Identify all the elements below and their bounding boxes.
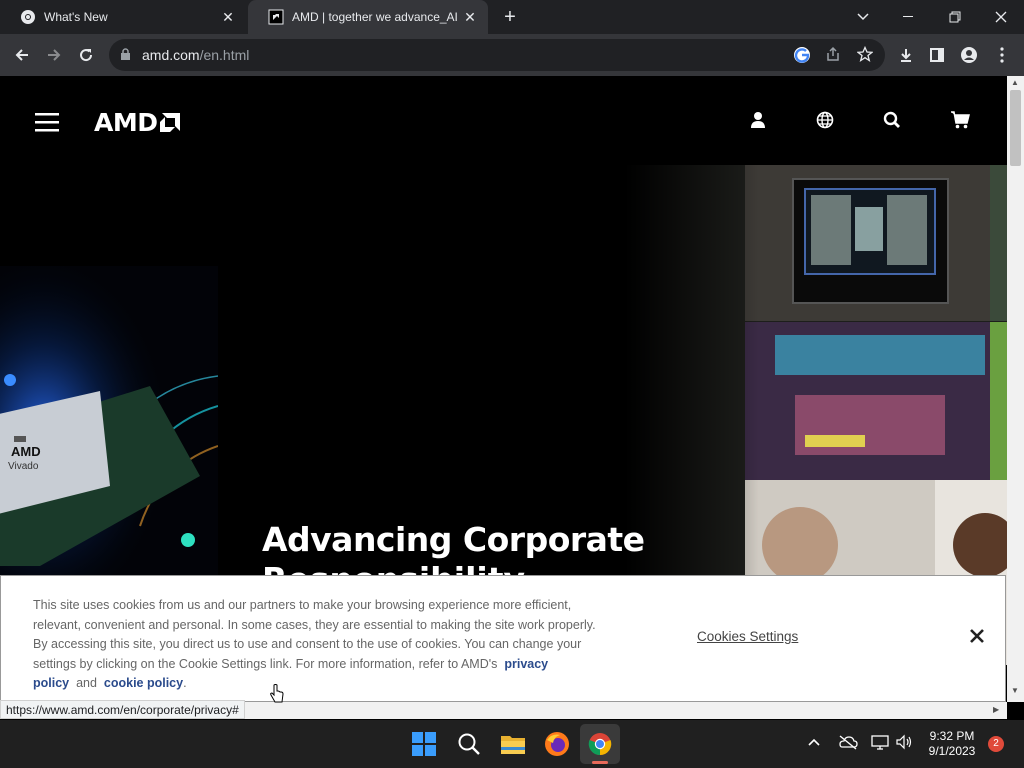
cart-icon[interactable] [950, 110, 970, 130]
close-tab-icon[interactable]: ✕ [458, 9, 482, 26]
google-lens-icon[interactable] [793, 46, 811, 69]
hero-chip-image: AMD Vivado [0, 266, 218, 576]
tab-search-icon[interactable] [840, 0, 886, 34]
chrome-icon [20, 9, 36, 25]
reload-icon[interactable] [72, 41, 100, 69]
cookie-policy-link[interactable]: cookie policy [104, 676, 183, 690]
scroll-right-arrow-icon[interactable]: ▶ [993, 705, 999, 714]
hand-cursor-icon [270, 684, 284, 709]
forward-icon[interactable] [40, 41, 68, 69]
show-hidden-icons-chevron-icon[interactable] [807, 736, 821, 750]
windows-taskbar: 9:32 PM 9/1/2023 2 [0, 720, 1024, 768]
onedrive-offline-icon[interactable] [838, 734, 858, 753]
cookie-and-text: and [76, 676, 97, 690]
clock-date: 9/1/2023 [928, 744, 976, 758]
scroll-thumb[interactable] [1010, 90, 1021, 166]
cookie-notice-text: This site uses cookies from us and our p… [33, 596, 603, 694]
tab-whats-new[interactable]: What's New ✕ [0, 0, 246, 34]
download-icon[interactable] [892, 41, 920, 69]
firefox-icon[interactable] [544, 731, 570, 762]
vertical-scrollbar[interactable]: ▲ ▼ [1007, 76, 1024, 702]
url-domain: amd.com [142, 47, 200, 63]
cookie-banner: This site uses cookies from us and our p… [0, 575, 1006, 702]
cookie-period: . [183, 676, 187, 690]
chrome-icon [588, 733, 612, 756]
restore-button[interactable] [932, 0, 978, 34]
menu-dots-icon[interactable] [988, 41, 1016, 69]
new-tab-button[interactable]: + [498, 5, 522, 29]
url-path: /en.html [199, 47, 250, 63]
tab-strip: What's New ✕ AMD | together we advance_A… [0, 0, 1024, 34]
network-icon[interactable] [871, 734, 889, 753]
amd-arrow-icon [160, 112, 181, 132]
profile-icon[interactable] [955, 41, 983, 69]
chip-label: AMD [11, 444, 41, 459]
back-icon[interactable] [8, 41, 36, 69]
amd-logo[interactable]: AMD [94, 108, 181, 137]
cookies-settings-link[interactable]: Cookies Settings [697, 629, 798, 644]
chip-sublabel: Vivado [8, 461, 39, 472]
hero-title: Advancing Corporate [262, 520, 645, 559]
amd-favicon [268, 9, 284, 25]
windows-start-icon[interactable] [412, 732, 436, 761]
tab-amd[interactable]: AMD | together we advance_AI ✕ [248, 0, 488, 34]
logo-text: AMD [94, 108, 158, 137]
scroll-down-arrow-icon[interactable]: ▼ [1011, 686, 1019, 695]
close-icon [970, 629, 984, 643]
bookmark-star-icon[interactable] [856, 45, 874, 67]
lock-icon[interactable] [120, 48, 131, 66]
close-window-button[interactable] [978, 0, 1024, 34]
address-bar[interactable]: amd.com/en.html [109, 39, 885, 71]
chrome-taskbar-button[interactable] [580, 724, 620, 764]
volume-icon[interactable] [895, 734, 913, 753]
active-app-indicator [592, 761, 608, 764]
search-icon[interactable] [882, 110, 902, 130]
taskbar-search-icon[interactable] [457, 732, 481, 761]
notification-badge[interactable]: 2 [988, 736, 1004, 752]
close-tab-icon[interactable]: ✕ [216, 9, 240, 26]
globe-icon[interactable] [815, 110, 835, 130]
amd-webpage: AMD AMD Vivado Advancing Corporate This … [0, 76, 1007, 702]
hamburger-menu-icon[interactable] [35, 112, 59, 137]
tab-title: AMD | together we advance_AI [292, 10, 458, 24]
system-clock[interactable]: 9:32 PM 9/1/2023 [921, 729, 983, 759]
clock-time: 9:32 PM [929, 729, 975, 743]
side-panel-icon[interactable] [923, 41, 951, 69]
scroll-up-arrow-icon[interactable]: ▲ [1011, 78, 1019, 87]
tab-title: What's New [44, 10, 108, 24]
file-explorer-icon[interactable] [500, 732, 526, 761]
account-icon[interactable] [748, 110, 768, 130]
link-status-bubble: https://www.amd.com/en/corporate/privacy… [0, 700, 245, 719]
close-cookie-banner-button[interactable] [967, 626, 987, 646]
url-text: amd.com/en.html [142, 47, 249, 63]
minimize-button[interactable] [886, 0, 932, 34]
share-icon[interactable] [825, 46, 841, 67]
